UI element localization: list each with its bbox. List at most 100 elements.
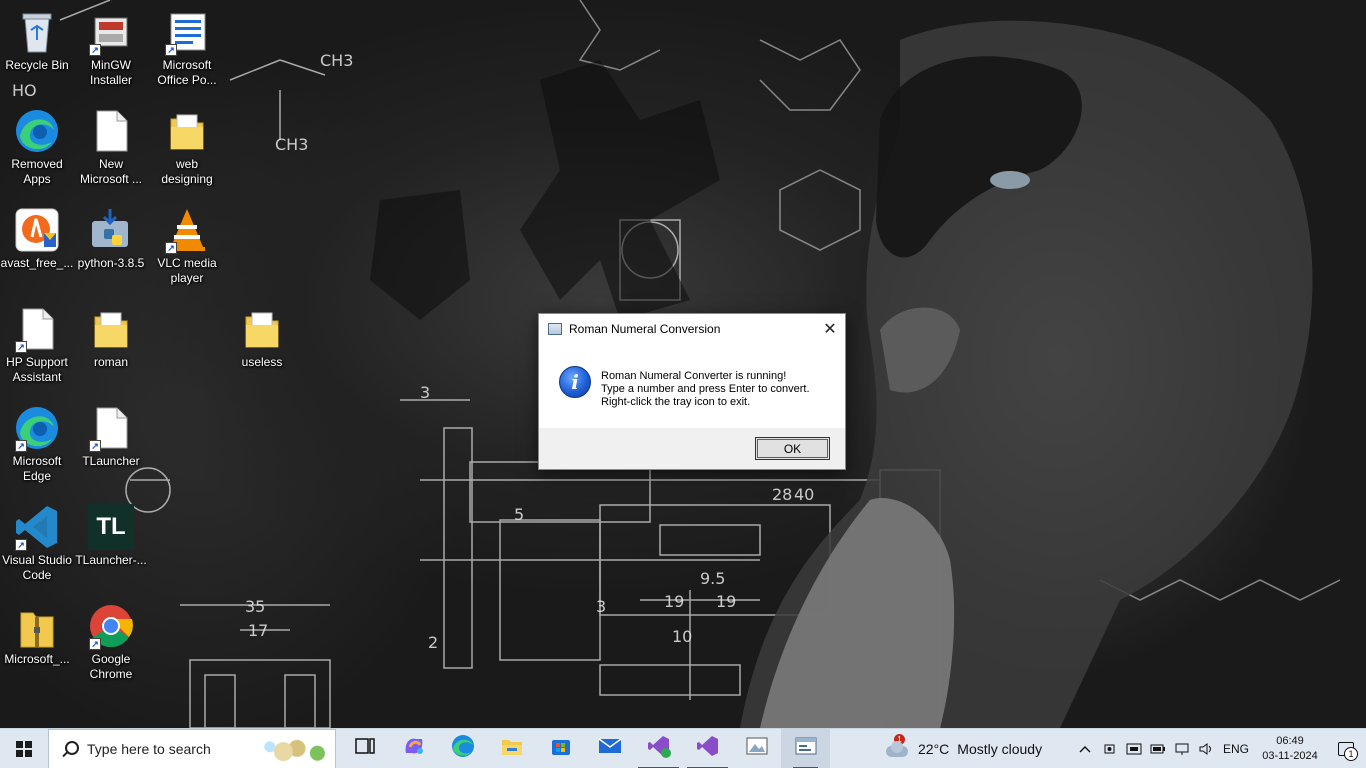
search-highlight-image — [263, 733, 331, 766]
taskbar-copilot-button[interactable] — [389, 729, 438, 768]
desktop-icon-label: roman — [93, 355, 128, 369]
weather-widget[interactable]: 1 22°C Mostly cloudy — [884, 729, 1042, 768]
notification-center-button[interactable]: 1 — [1326, 729, 1366, 768]
desktop-icon-tlauncher[interactable]: TL TLauncher-... — [74, 499, 148, 593]
chevron-up-icon — [1079, 745, 1091, 752]
installer-icon: ↗ — [87, 8, 135, 56]
avast-icon — [13, 206, 61, 254]
shortcut-arrow-icon: ↗ — [165, 242, 177, 254]
svg-text:2: 2 — [428, 633, 438, 652]
office-doc-icon: ↗ — [163, 8, 211, 56]
file-explorer-icon — [500, 735, 524, 762]
desktop-icon-label: python-3.8.5 — [77, 256, 145, 270]
visual-studio-preview-icon — [647, 734, 671, 763]
svg-text:5: 5 — [514, 505, 524, 524]
clock[interactable]: 06:49 03-11-2024 — [1254, 729, 1326, 768]
desktop-icon-label: HP Support Assistant — [6, 355, 68, 384]
svg-text:28: 28 — [772, 485, 792, 504]
clock-time: 06:49 — [1276, 734, 1304, 747]
tlauncher-icon: TL — [87, 503, 135, 551]
taskbar-visual-studio-preview-button[interactable] — [634, 729, 683, 768]
clock-date: 03-11-2024 — [1262, 749, 1318, 762]
folder-icon — [87, 305, 135, 353]
document-icon: ↗ — [13, 305, 61, 353]
photo-viewer-icon — [745, 735, 769, 762]
python-installer-icon — [87, 206, 135, 254]
mail-icon — [598, 737, 622, 760]
desktop-icon-hp-support-assistant[interactable]: ↗ HP Support Assistant — [0, 301, 74, 395]
desktop-icon-removed-apps[interactable]: Removed Apps — [0, 103, 74, 197]
microsoft-store-icon — [550, 735, 572, 762]
desktop-icon-roman[interactable]: roman — [74, 301, 148, 395]
svg-text:40: 40 — [794, 485, 814, 504]
visual-studio-icon — [696, 734, 720, 763]
shortcut-arrow-icon: ↗ — [15, 539, 27, 551]
taskbar-photo-viewer-button[interactable] — [732, 729, 781, 768]
recycle-bin-icon — [13, 8, 61, 56]
taskbar-mail-button[interactable] — [585, 729, 634, 768]
svg-text:9.5: 9.5 — [700, 569, 725, 588]
close-button[interactable]: ✕ — [815, 314, 845, 343]
desktop-icon-vlc-media-player[interactable]: ↗ VLC media player — [150, 202, 224, 296]
desktop-icon-mingw-installer[interactable]: ↗ MinGW Installer — [74, 4, 148, 98]
notification-count: 1 — [1344, 746, 1358, 761]
desktop-icon-label: MinGW Installer — [89, 58, 133, 87]
folder-icon — [238, 305, 286, 353]
roman-tray-icon — [1126, 743, 1142, 754]
tray-app-icon[interactable] — [1098, 729, 1122, 768]
svg-text:CH3: CH3 — [275, 135, 308, 154]
dialog-message: Roman Numeral Converter is running! Type… — [601, 370, 810, 409]
desktop-icon-label: Recycle Bin — [5, 58, 69, 72]
desktop-icon-label: Microsoft_... — [4, 652, 70, 666]
dialog-footer: OK — [539, 428, 845, 469]
desktop-icon-label: Google Chrome — [89, 652, 133, 681]
desktop-icon-label: avast_free_... — [0, 256, 74, 270]
desktop-icon-label: VLC media player — [157, 256, 217, 285]
desktop-icon-label: Removed Apps — [11, 157, 63, 186]
start-button[interactable] — [0, 729, 48, 768]
edge-icon — [451, 734, 475, 763]
meet-icon — [1104, 744, 1115, 753]
desktop-icon-avast-free[interactable]: avast_free_... — [0, 202, 74, 296]
taskbar-visual-studio-button[interactable] — [683, 729, 732, 768]
svg-text:3: 3 — [420, 383, 430, 402]
desktop-icon-google-chrome[interactable]: ↗ Google Chrome — [74, 598, 148, 692]
shortcut-arrow-icon: ↗ — [15, 341, 27, 353]
zip-folder-icon — [13, 602, 61, 650]
shortcut-arrow-icon: ↗ — [89, 638, 101, 650]
desktop-icon-new-microsoft[interactable]: New Microsoft ... — [74, 103, 148, 197]
desktop-icon-microsoft-office-po[interactable]: ↗ Microsoft Office Po... — [150, 4, 224, 98]
desktop-icon-recycle-bin[interactable]: Recycle Bin — [0, 4, 74, 98]
vlc-icon: ↗ — [163, 206, 211, 254]
desktop-icon-visual-studio-code[interactable]: ↗ Visual Studio Code — [0, 499, 74, 593]
battery-button[interactable] — [1146, 729, 1170, 768]
svg-text:CH3: CH3 — [320, 51, 353, 70]
taskbar-edge-button[interactable] — [438, 729, 487, 768]
show-hidden-icons-button[interactable] — [1072, 729, 1098, 768]
ok-button[interactable]: OK — [755, 437, 830, 460]
taskbar: Type here to search 1 22°C Mostly cloudy… — [0, 728, 1366, 768]
desktop-icon-useless[interactable]: useless — [225, 301, 299, 395]
info-glyph: i — [571, 370, 579, 394]
dialog-titlebar[interactable]: Roman Numeral Conversion ✕ — [539, 314, 845, 343]
desktop-icon-python-3-8-5[interactable]: python-3.8.5 — [74, 202, 148, 296]
taskbar-microsoft-store-button[interactable] — [536, 729, 585, 768]
desktop-icon-label: web designing — [161, 157, 213, 186]
taskbar-file-explorer-button[interactable] — [487, 729, 536, 768]
tray-roman-icon[interactable] — [1122, 729, 1146, 768]
desktop-icon-tlauncher[interactable]: ↗ TLauncher — [74, 400, 148, 494]
svg-text:10: 10 — [672, 627, 692, 646]
shortcut-arrow-icon: ↗ — [165, 44, 177, 56]
taskbar-search-box[interactable]: Type here to search — [48, 728, 336, 768]
svg-text:17: 17 — [248, 621, 268, 640]
language-indicator[interactable]: ENG — [1218, 729, 1254, 768]
desktop-icon-microsoft-edge[interactable]: ↗ Microsoft Edge — [0, 400, 74, 494]
desktop-icon-label: Microsoft Edge — [12, 454, 62, 483]
taskbar-task-view-button[interactable] — [340, 729, 389, 768]
desktop-icon-web-designing[interactable]: web designing — [150, 103, 224, 197]
network-button[interactable] — [1170, 729, 1194, 768]
app-window-icon — [548, 322, 562, 335]
desktop-icon-microsoft[interactable]: Microsoft_... — [0, 598, 74, 692]
volume-button[interactable] — [1194, 729, 1218, 768]
taskbar-roman-converter-app-button[interactable] — [781, 728, 830, 768]
